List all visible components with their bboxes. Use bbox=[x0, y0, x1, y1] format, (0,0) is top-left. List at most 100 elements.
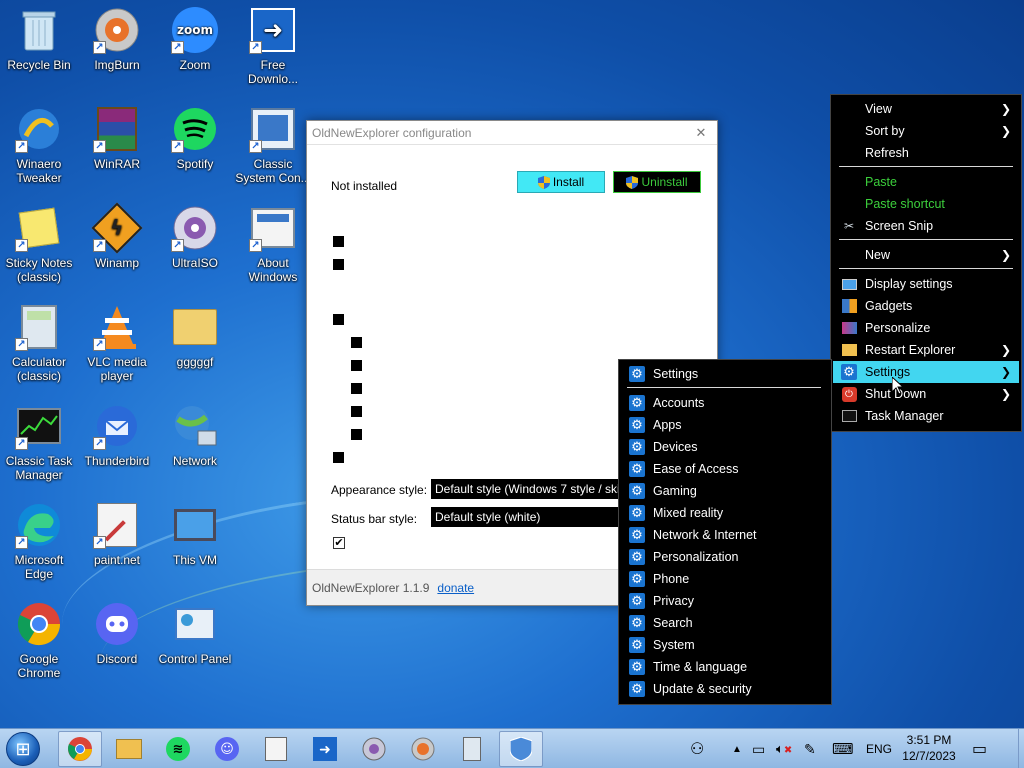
taskbar-app-file-explorer[interactable] bbox=[107, 731, 151, 767]
menu-item-view[interactable]: View ❯ bbox=[833, 98, 1019, 120]
touch-keyboard-button[interactable]: ⌨ bbox=[832, 729, 854, 768]
submenu-item-mixed-reality[interactable]: ⚙ Mixed reality bbox=[621, 502, 829, 524]
desktop-icon-edge[interactable]: ↗ Microsoft Edge bbox=[0, 501, 78, 581]
action-center-button[interactable]: ▭ bbox=[972, 729, 987, 768]
option-checkbox[interactable] bbox=[351, 337, 362, 348]
menu-item-display-settings[interactable]: Display settings bbox=[833, 273, 1019, 295]
desktop-icon-gggggf[interactable]: gggggf bbox=[156, 303, 234, 369]
appearance-style-select[interactable]: Default style (Windows 7 style / ski bbox=[431, 479, 631, 499]
desktop-icon-about-windows[interactable]: ↗ About Windows bbox=[234, 204, 312, 284]
close-button[interactable]: ✕ bbox=[685, 121, 717, 145]
chrome-icon bbox=[68, 737, 92, 761]
menu-item-label: Refresh bbox=[865, 146, 909, 160]
taskbar-app-paintnet[interactable] bbox=[254, 731, 298, 767]
submenu-item-update-security[interactable]: ⚙ Update & security bbox=[621, 678, 829, 700]
desktop-icon-recycle-bin[interactable]: Recycle Bin bbox=[0, 6, 78, 72]
scissors-icon: ✂ bbox=[843, 219, 855, 233]
option-checkbox[interactable] bbox=[351, 383, 362, 394]
people-button[interactable]: ⚇ bbox=[690, 729, 704, 768]
clock-date: 12/7/2023 bbox=[902, 749, 956, 763]
submenu-item-time-language[interactable]: ⚙ Time & language bbox=[621, 656, 829, 678]
menu-item-sort-by[interactable]: Sort by ❯ bbox=[833, 120, 1019, 142]
taskbar-app-spotify[interactable]: ≋ bbox=[156, 731, 200, 767]
desktop-icon-vlc[interactable]: ↗ VLC media player bbox=[78, 303, 156, 383]
desktop-icon-this-vm[interactable]: This VM bbox=[156, 501, 234, 567]
language-indicator[interactable]: ENG bbox=[866, 729, 892, 768]
option-checkbox[interactable] bbox=[351, 429, 362, 440]
submenu-item-personalization[interactable]: ⚙ Personalization bbox=[621, 546, 829, 568]
desktop-icon-zoom[interactable]: zoom ↗ Zoom bbox=[156, 6, 234, 72]
desktop-icon-paintnet[interactable]: ↗ paint.net bbox=[78, 501, 156, 567]
menu-item-screen-snip[interactable]: ✂ Screen Snip bbox=[833, 215, 1019, 237]
desktop-icon-chrome[interactable]: Google Chrome bbox=[0, 600, 78, 680]
taskbar-app-oldnewexplorer[interactable] bbox=[499, 731, 543, 767]
desktop-icon-ultraiso[interactable]: ↗ UltraISO bbox=[156, 204, 234, 270]
show-hidden-icons-button[interactable]: ▲ bbox=[732, 729, 742, 768]
network-tray-button[interactable]: ▭ bbox=[752, 729, 765, 768]
desktop-icon-winamp[interactable]: ϟ ↗ Winamp bbox=[78, 202, 156, 270]
option-checkbox[interactable] bbox=[333, 314, 344, 325]
desktop-icon-winrar[interactable]: ↗ WinRAR bbox=[78, 105, 156, 171]
taskbar-app-discord[interactable]: ☺ bbox=[205, 731, 249, 767]
option-checkbox-checked[interactable]: ✔ bbox=[333, 537, 345, 549]
submenu-item-settings[interactable]: ⚙ Settings bbox=[621, 363, 829, 385]
status-bar-style-select[interactable]: Default style (white) bbox=[431, 507, 631, 527]
desktop-icon-network[interactable]: Network bbox=[156, 402, 234, 468]
submenu-item-ease-of-access[interactable]: ⚙ Ease of Access bbox=[621, 458, 829, 480]
taskbar-app-calculator[interactable] bbox=[450, 731, 494, 767]
gear-icon: ⚙ bbox=[629, 681, 645, 697]
taskbar-app-imgburn[interactable] bbox=[401, 731, 445, 767]
menu-item-settings[interactable]: ⚙ Settings ❯ bbox=[833, 361, 1019, 383]
pen-tray-button[interactable]: ✎ bbox=[804, 729, 816, 768]
option-checkbox[interactable] bbox=[351, 360, 362, 371]
window-titlebar[interactable]: OldNewExplorer configuration bbox=[307, 121, 717, 145]
desktop-icon-sticky-notes[interactable]: ↗ Sticky Notes (classic) bbox=[0, 204, 78, 284]
menu-item-gadgets[interactable]: Gadgets bbox=[833, 295, 1019, 317]
submenu-item-devices[interactable]: ⚙ Devices bbox=[621, 436, 829, 458]
menu-item-new[interactable]: New ❯ bbox=[833, 244, 1019, 266]
taskbar-app-ultraiso[interactable] bbox=[352, 731, 396, 767]
desktop-icon-winaero[interactable]: ↗ Winaero Tweaker bbox=[0, 105, 78, 185]
option-checkbox[interactable] bbox=[351, 406, 362, 417]
submenu-item-apps[interactable]: ⚙ Apps bbox=[621, 414, 829, 436]
submenu-item-system[interactable]: ⚙ System bbox=[621, 634, 829, 656]
option-checkbox[interactable] bbox=[333, 259, 344, 270]
taskbar-app-chrome[interactable] bbox=[58, 731, 102, 767]
menu-item-shut-down[interactable]: ⏻ Shut Down ❯ bbox=[833, 383, 1019, 405]
desktop-icon-free-download[interactable]: ➜ ↗ Free Downlo... bbox=[234, 6, 312, 86]
desktop-icon-calculator[interactable]: ↗ Calculator (classic) bbox=[0, 303, 78, 383]
option-checkbox[interactable] bbox=[333, 236, 344, 247]
menu-item-label: Accounts bbox=[653, 396, 705, 410]
submenu-item-accounts[interactable]: ⚙ Accounts bbox=[621, 392, 829, 414]
desktop-icon-discord[interactable]: Discord bbox=[78, 600, 156, 666]
menu-item-paste-shortcut[interactable]: Paste shortcut bbox=[833, 193, 1019, 215]
submenu-item-network-internet[interactable]: ⚙ Network & Internet bbox=[621, 524, 829, 546]
desktop-icon-classic-task-manager[interactable]: ↗ Classic Task Manager bbox=[0, 402, 78, 482]
desktop-icon-spotify[interactable]: ↗ Spotify bbox=[156, 105, 234, 171]
pen-icon: ✎ bbox=[804, 740, 816, 757]
desktop-icon-classic-system-config[interactable]: ↗ Classic System Con... bbox=[234, 105, 312, 185]
start-button[interactable]: ⊞ bbox=[6, 732, 40, 766]
menu-item-task-manager[interactable]: Task Manager bbox=[833, 405, 1019, 427]
taskbar-app-free-download-manager[interactable]: ➜ bbox=[303, 731, 347, 767]
desktop-icon-control-panel[interactable]: Control Panel bbox=[156, 600, 234, 666]
desktop-icon-imgburn[interactable]: ↗ ImgBurn bbox=[78, 6, 156, 72]
submenu-item-gaming[interactable]: ⚙ Gaming bbox=[621, 480, 829, 502]
install-button-label: Install bbox=[552, 175, 585, 189]
menu-item-paste[interactable]: Paste bbox=[833, 171, 1019, 193]
show-desktop-button[interactable] bbox=[1018, 729, 1024, 768]
donate-link[interactable]: donate bbox=[437, 581, 474, 595]
desktop-icon-thunderbird[interactable]: ↗ Thunderbird bbox=[78, 402, 156, 468]
menu-item-restart-explorer[interactable]: Restart Explorer ❯ bbox=[833, 339, 1019, 361]
download-manager-icon: ➜ bbox=[313, 737, 337, 761]
volume-tray-button[interactable]: 🔈︎✖ bbox=[776, 729, 792, 768]
uninstall-button[interactable]: Uninstall bbox=[613, 171, 701, 193]
submenu-item-privacy[interactable]: ⚙ Privacy bbox=[621, 590, 829, 612]
menu-item-refresh[interactable]: Refresh bbox=[833, 142, 1019, 164]
submenu-item-search[interactable]: ⚙ Search bbox=[621, 612, 829, 634]
submenu-item-phone[interactable]: ⚙ Phone bbox=[621, 568, 829, 590]
menu-item-personalize[interactable]: Personalize bbox=[833, 317, 1019, 339]
option-checkbox[interactable] bbox=[333, 452, 344, 463]
taskbar-clock[interactable]: 3:51 PM 12/7/2023 bbox=[898, 732, 960, 764]
install-button[interactable]: Install bbox=[517, 171, 605, 193]
